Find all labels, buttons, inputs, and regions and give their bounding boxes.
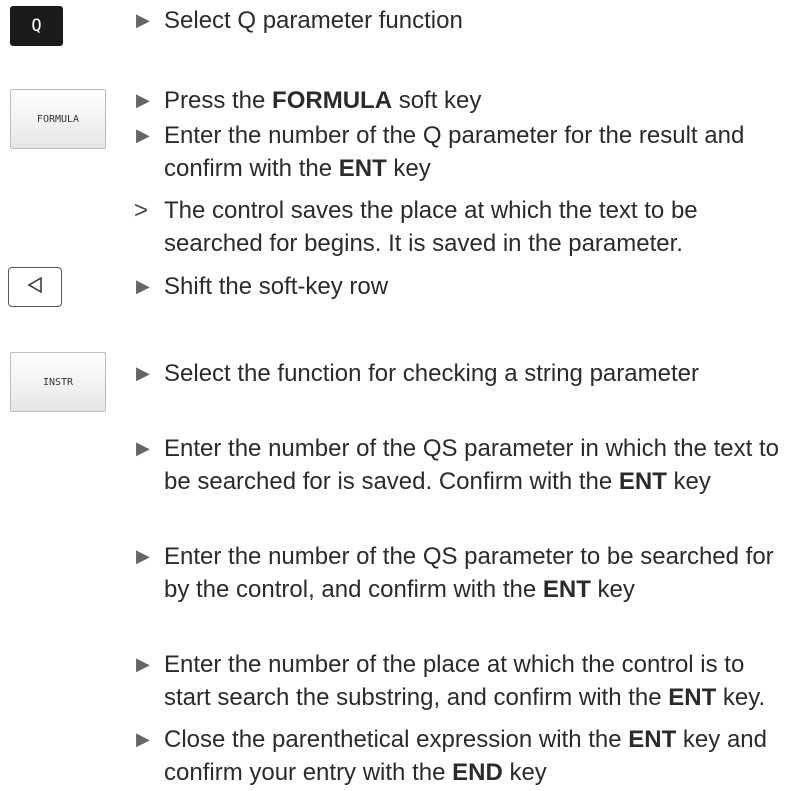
step-arrow-icon: ▶	[136, 90, 150, 110]
step-enter-qs-text: ▶ Enter the number of the QS parameter i…	[136, 432, 794, 498]
step-select-q-function: ▶ Select Q parameter function	[136, 4, 794, 37]
step-arrow-icon: ▶	[136, 729, 150, 749]
step-close-expression: ▶ Close the parenthetical expression wit…	[136, 723, 794, 789]
step-press-formula: ▶ Press the FORMULA soft key	[136, 84, 794, 117]
step-arrow-icon: ▶	[136, 654, 150, 674]
step-arrow-icon: ▶	[136, 10, 150, 30]
triangle-left-icon	[27, 276, 43, 299]
step-arrow-icon: ▶	[136, 125, 150, 145]
instr-softkey[interactable]: INSTR	[10, 352, 106, 412]
q-key-button[interactable]: Q	[10, 6, 63, 46]
result-marker-icon: >	[134, 197, 149, 224]
formula-softkey[interactable]: FORMULA	[10, 89, 106, 149]
result-saves-place: > The control saves the place at which t…	[134, 194, 794, 260]
step-enter-start-place: ▶ Enter the number of the place at which…	[136, 648, 794, 714]
step-arrow-icon: ▶	[136, 546, 150, 566]
step-enter-q-result: ▶ Enter the number of the Q parameter fo…	[136, 119, 794, 185]
step-shift-softkey-row: ▶ Shift the soft-key row	[136, 270, 794, 303]
step-arrow-icon: ▶	[136, 276, 150, 296]
step-enter-qs-search: ▶ Enter the number of the QS parameter t…	[136, 540, 794, 606]
step-arrow-icon: ▶	[136, 438, 150, 458]
shift-softkey-row-button[interactable]	[8, 267, 62, 307]
step-select-instr: ▶ Select the function for checking a str…	[136, 357, 794, 390]
step-arrow-icon: ▶	[136, 363, 150, 383]
